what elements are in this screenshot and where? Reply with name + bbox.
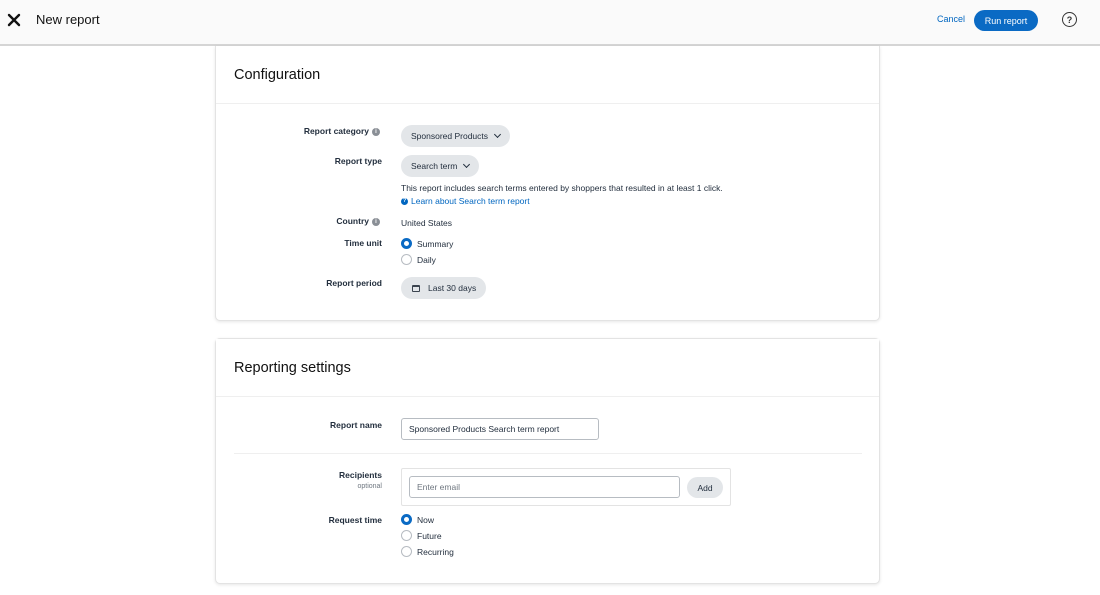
report-name-label: Report name — [330, 420, 382, 430]
report-name-input[interactable]: Sponsored Products Search term report — [401, 418, 599, 440]
radio-unchecked-icon — [401, 530, 412, 541]
country-label: Country i — [220, 216, 380, 226]
report-period-picker[interactable]: Last 30 days — [401, 277, 487, 299]
learn-about-link-text: Learn about Search term report — [411, 196, 530, 206]
report-category-value: Sponsored Products — [411, 131, 489, 141]
learn-about-link[interactable]: ? Learn about Search term report — [401, 196, 530, 206]
radio-label: Daily — [417, 254, 436, 265]
report-type-description: This report includes search terms entere… — [401, 183, 723, 193]
configuration-header: Configuration — [216, 46, 879, 104]
report-type-dropdown[interactable]: Search term — [401, 155, 480, 177]
reporting-settings-title: Reporting settings — [234, 360, 351, 376]
report-category-label-text: Report category — [303, 126, 369, 136]
report-category-label: Report category i — [220, 126, 380, 136]
radio-label: Recurring — [417, 546, 454, 557]
calendar-icon — [412, 284, 420, 292]
time-unit-summary-radio[interactable]: Summary — [401, 238, 453, 249]
recipients-optional-label: optional — [357, 483, 382, 490]
page-title: New report — [36, 12, 100, 27]
radio-label: Future — [417, 530, 442, 541]
help-circle-icon: ? — [401, 197, 408, 205]
report-type-label: Report type — [334, 156, 382, 166]
recipients-label: Recipients — [339, 470, 382, 480]
info-icon[interactable]: i — [372, 128, 380, 136]
info-icon[interactable]: i — [372, 218, 380, 226]
radio-checked-icon — [401, 514, 412, 525]
time-unit-daily-radio[interactable]: Daily — [401, 254, 436, 265]
report-period-value: Last 30 days — [428, 283, 477, 293]
report-type-value: Search term — [411, 161, 458, 171]
request-time-now-radio[interactable]: Now — [401, 514, 434, 525]
report-category-dropdown[interactable]: Sponsored Products — [401, 125, 511, 147]
help-glyph: ? — [1066, 14, 1073, 25]
request-time-recurring-radio[interactable]: Recurring — [401, 546, 454, 557]
radio-unchecked-icon — [401, 546, 412, 557]
radio-unchecked-icon — [401, 254, 412, 265]
close-button[interactable] — [7, 11, 23, 29]
radio-label: Now — [417, 514, 435, 525]
configuration-card: Configuration Report category i Sponsored… — [215, 46, 880, 321]
time-unit-label: Time unit — [344, 238, 382, 248]
country-value: United States — [401, 218, 453, 228]
request-time-future-radio[interactable]: Future — [401, 530, 442, 541]
recipients-box: Enter email Add — [401, 468, 731, 506]
close-icon — [7, 13, 21, 27]
email-input[interactable]: Enter email — [409, 476, 680, 498]
request-time-label: Request time — [328, 515, 382, 525]
reporting-settings-header: Reporting settings — [216, 339, 879, 397]
configuration-title: Configuration — [234, 67, 321, 83]
chevron-down-icon — [463, 160, 471, 169]
run-report-button[interactable]: Run report — [974, 10, 1038, 31]
divider — [234, 453, 862, 454]
country-label-text: Country — [336, 216, 369, 226]
radio-checked-icon — [401, 238, 412, 249]
radio-label: Summary — [417, 238, 454, 249]
cancel-button[interactable]: Cancel — [937, 14, 965, 24]
reporting-settings-card: Reporting settings Report name Sponsored… — [215, 338, 880, 584]
report-period-label: Report period — [326, 278, 382, 288]
top-bar: New report Cancel Run report ? — [0, 0, 1100, 46]
chevron-down-icon — [493, 130, 502, 139]
help-icon[interactable]: ? — [1062, 12, 1077, 27]
add-recipient-button[interactable]: Add — [687, 477, 723, 498]
